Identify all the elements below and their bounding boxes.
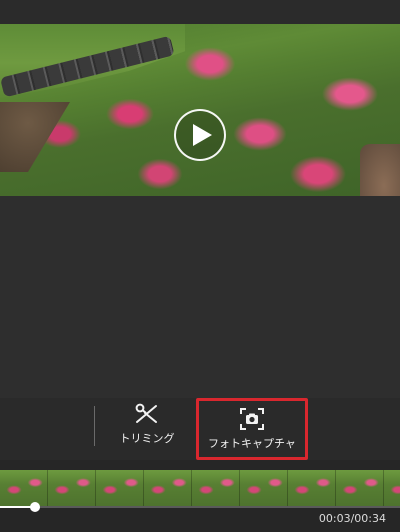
scissors-icon: [135, 403, 157, 423]
top-strip: [0, 0, 400, 24]
camera-capture-icon: [240, 408, 264, 430]
seek-thumb[interactable]: [30, 502, 41, 512]
edit-toolbar: トリミング フォトキャプチャ: [0, 398, 400, 460]
preview-area-empty: [0, 196, 400, 398]
timeline-frame: [240, 470, 288, 506]
timeline-frame: [0, 470, 48, 506]
video-frame-soil: [0, 102, 70, 172]
photo-capture-label: フォトキャプチャ: [208, 437, 296, 450]
timeline-frame: [144, 470, 192, 506]
timeline-frame: [384, 470, 400, 506]
video-frame-stumps: [360, 144, 400, 196]
trim-button[interactable]: トリミング: [112, 402, 182, 454]
play-icon: [193, 124, 212, 146]
timeline-frame: [48, 470, 96, 506]
timeline-frame: [96, 470, 144, 506]
timeline-frame: [192, 470, 240, 506]
video-preview[interactable]: [0, 24, 400, 196]
timeline-frame: [336, 470, 384, 506]
playback-time: 00:03/00:34: [318, 512, 386, 525]
timeline-filmstrip[interactable]: [0, 470, 400, 506]
timeline-frame: [288, 470, 336, 506]
toolbar-separator: [94, 406, 95, 446]
photo-capture-button[interactable]: フォトキャプチャ: [196, 398, 308, 460]
play-button[interactable]: [174, 109, 226, 161]
trim-label: トリミング: [119, 432, 175, 445]
seek-bar[interactable]: [0, 502, 400, 512]
